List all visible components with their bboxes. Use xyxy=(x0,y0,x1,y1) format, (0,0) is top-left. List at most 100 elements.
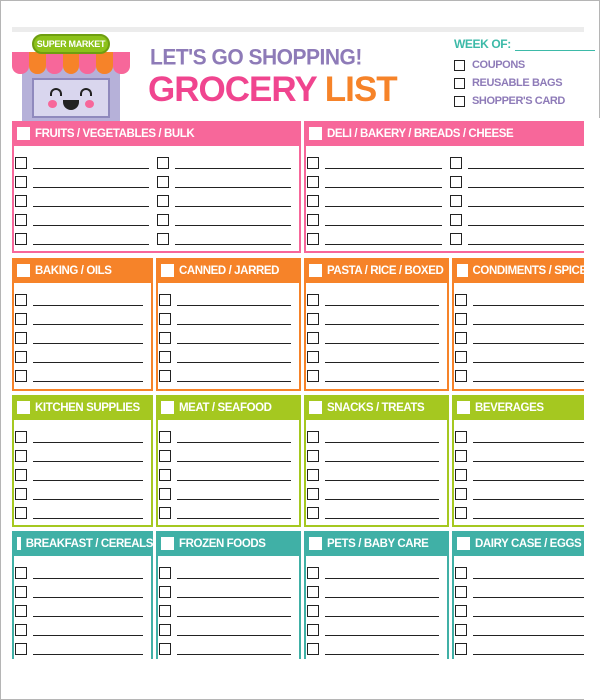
item-write-line[interactable] xyxy=(177,293,291,306)
item-write-line[interactable] xyxy=(325,604,439,617)
item-write-line[interactable] xyxy=(177,585,291,598)
item-checkbox[interactable] xyxy=(455,312,467,325)
section-checkbox[interactable] xyxy=(161,537,174,550)
item-write-line[interactable] xyxy=(33,369,143,382)
item-write-line[interactable] xyxy=(325,156,442,169)
item-checkbox[interactable] xyxy=(157,213,169,226)
item-write-line[interactable] xyxy=(33,331,143,344)
section-checkbox[interactable] xyxy=(457,537,470,550)
item-checkbox[interactable] xyxy=(307,642,319,655)
item-write-line[interactable] xyxy=(467,232,584,245)
item-checkbox[interactable] xyxy=(307,350,319,363)
item-write-line[interactable] xyxy=(33,213,149,226)
item-write-line[interactable] xyxy=(33,566,143,579)
section-checkbox[interactable] xyxy=(457,401,470,414)
item-write-line[interactable] xyxy=(467,213,584,226)
item-write-line[interactable] xyxy=(473,312,584,325)
item-write-line[interactable] xyxy=(33,506,143,519)
item-write-line[interactable] xyxy=(325,487,439,500)
item-write-line[interactable] xyxy=(473,642,584,655)
section-checkbox[interactable] xyxy=(161,401,174,414)
item-write-line[interactable] xyxy=(473,430,584,443)
item-checkbox[interactable] xyxy=(15,331,27,344)
item-write-line[interactable] xyxy=(325,312,439,325)
item-write-line[interactable] xyxy=(177,449,291,462)
item-write-line[interactable] xyxy=(177,566,291,579)
item-checkbox[interactable] xyxy=(307,232,319,245)
item-checkbox[interactable] xyxy=(307,623,319,636)
item-write-line[interactable] xyxy=(325,293,439,306)
item-checkbox[interactable] xyxy=(307,449,319,462)
item-write-line[interactable] xyxy=(33,175,149,188)
item-checkbox[interactable] xyxy=(15,623,27,636)
item-checkbox[interactable] xyxy=(159,506,171,519)
item-checkbox[interactable] xyxy=(15,566,27,579)
item-write-line[interactable] xyxy=(473,585,584,598)
checkbox[interactable] xyxy=(454,77,465,89)
item-checkbox[interactable] xyxy=(455,350,467,363)
item-write-line[interactable] xyxy=(325,449,439,462)
item-write-line[interactable] xyxy=(177,506,291,519)
item-checkbox[interactable] xyxy=(15,232,27,245)
item-checkbox[interactable] xyxy=(455,642,467,655)
item-checkbox[interactable] xyxy=(15,175,27,188)
item-checkbox[interactable] xyxy=(455,506,467,519)
section-checkbox[interactable] xyxy=(17,264,30,277)
item-write-line[interactable] xyxy=(325,331,439,344)
item-checkbox[interactable] xyxy=(455,566,467,579)
item-write-line[interactable] xyxy=(177,369,291,382)
item-write-line[interactable] xyxy=(33,487,143,500)
item-write-line[interactable] xyxy=(33,430,143,443)
item-checkbox[interactable] xyxy=(449,213,462,226)
item-checkbox[interactable] xyxy=(455,585,467,598)
item-checkbox[interactable] xyxy=(157,175,169,188)
section-checkbox[interactable] xyxy=(309,264,322,277)
item-write-line[interactable] xyxy=(473,449,584,462)
item-write-line[interactable] xyxy=(473,604,584,617)
item-write-line[interactable] xyxy=(33,232,149,245)
item-write-line[interactable] xyxy=(177,604,291,617)
item-write-line[interactable] xyxy=(33,194,149,207)
item-checkbox[interactable] xyxy=(455,623,467,636)
item-write-line[interactable] xyxy=(325,623,439,636)
item-write-line[interactable] xyxy=(325,213,442,226)
item-write-line[interactable] xyxy=(177,350,291,363)
item-checkbox[interactable] xyxy=(455,293,467,306)
item-checkbox[interactable] xyxy=(159,350,171,363)
item-checkbox[interactable] xyxy=(307,506,319,519)
section-checkbox[interactable] xyxy=(309,537,322,550)
item-write-line[interactable] xyxy=(33,604,143,617)
item-write-line[interactable] xyxy=(177,468,291,481)
section-checkbox[interactable] xyxy=(17,127,30,140)
week-of-field[interactable] xyxy=(514,40,595,51)
item-checkbox[interactable] xyxy=(307,487,319,500)
item-write-line[interactable] xyxy=(33,585,143,598)
item-write-line[interactable] xyxy=(473,566,584,579)
item-checkbox[interactable] xyxy=(307,293,319,306)
item-write-line[interactable] xyxy=(325,468,439,481)
item-checkbox[interactable] xyxy=(455,449,467,462)
item-checkbox[interactable] xyxy=(455,487,467,500)
item-checkbox[interactable] xyxy=(157,194,169,207)
item-checkbox[interactable] xyxy=(159,293,171,306)
item-checkbox[interactable] xyxy=(449,232,462,245)
item-write-line[interactable] xyxy=(325,175,442,188)
item-write-line[interactable] xyxy=(175,213,291,226)
item-checkbox[interactable] xyxy=(15,487,27,500)
item-write-line[interactable] xyxy=(325,350,439,363)
item-write-line[interactable] xyxy=(33,642,143,655)
item-checkbox[interactable] xyxy=(307,430,319,443)
item-checkbox[interactable] xyxy=(15,312,27,325)
item-write-line[interactable] xyxy=(473,487,584,500)
item-checkbox[interactable] xyxy=(157,232,169,245)
section-checkbox[interactable] xyxy=(17,537,21,550)
item-checkbox[interactable] xyxy=(455,604,467,617)
item-checkbox[interactable] xyxy=(157,156,169,169)
item-write-line[interactable] xyxy=(473,331,584,344)
item-checkbox[interactable] xyxy=(15,194,27,207)
item-write-line[interactable] xyxy=(175,175,291,188)
item-checkbox[interactable] xyxy=(15,213,27,226)
item-write-line[interactable] xyxy=(325,194,442,207)
section-checkbox[interactable] xyxy=(161,264,174,277)
item-checkbox[interactable] xyxy=(159,331,171,344)
